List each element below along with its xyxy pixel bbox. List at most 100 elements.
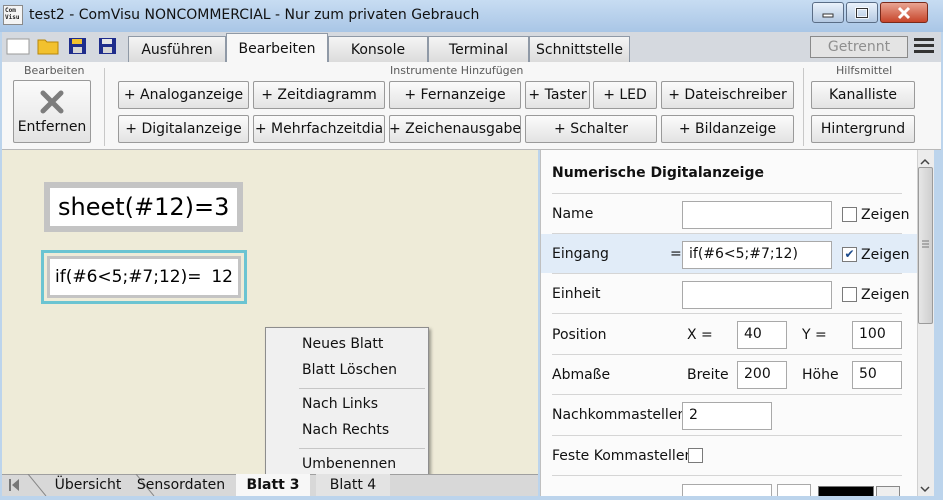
- connection-status-button[interactable]: Getrennt: [810, 36, 908, 58]
- add-zeichenausgabe-button[interactable]: + Zeichenausgabe: [389, 115, 521, 143]
- properties-panel: Numerische Digitalanzeige Name Zeigen Ei…: [540, 150, 917, 496]
- nachkommastellen-input[interactable]: 2: [682, 402, 772, 430]
- width-input[interactable]: 200: [737, 361, 787, 389]
- add-mehrfachzeitdia-button[interactable]: + Mehrfachzeitdia: [253, 115, 385, 143]
- ribbon-separator: [803, 68, 804, 146]
- abmasse-label: Abmaße: [552, 367, 611, 383]
- feste-kommastellen-checkbox[interactable]: [688, 448, 703, 463]
- einheit-label: Einheit: [552, 286, 601, 302]
- sheet-tab-blatt-4[interactable]: Blatt 4: [316, 474, 390, 496]
- scrollbar-thumb[interactable]: [918, 167, 933, 324]
- einheit-show-checkbox[interactable]: [842, 287, 857, 302]
- maximize-button[interactable]: [846, 2, 878, 23]
- nachkommastellen-label: Nachkommastellen: [552, 407, 687, 423]
- save-button[interactable]: [66, 36, 90, 56]
- add-taster-button[interactable]: + Taster: [525, 81, 590, 109]
- next-row-small-input[interactable]: [777, 484, 811, 496]
- einheit-show-label: Zeigen: [861, 287, 910, 303]
- height-input[interactable]: 50: [852, 361, 902, 389]
- properties-separator: [552, 475, 902, 476]
- properties-separator: [552, 193, 902, 194]
- properties-title: Numerische Digitalanzeige: [552, 165, 764, 181]
- hintergrund-button[interactable]: Hintergrund: [811, 115, 915, 143]
- sheet-context-menu: Neues Blatt Blatt Löschen Nach Links Nac…: [265, 327, 429, 479]
- digital-display-if-selected[interactable]: if(#6<5;#7;12)= 12: [41, 250, 247, 304]
- eingang-label: Eingang: [552, 246, 609, 262]
- properties-separator: [552, 313, 902, 314]
- add-digitalanzeige-button[interactable]: + Digitalanzeige: [118, 115, 249, 143]
- save-as-icon: [99, 38, 116, 54]
- add-fernanzeige-button[interactable]: + Fernanzeige: [389, 81, 521, 109]
- close-button[interactable]: [880, 2, 928, 23]
- sheet-tab-uebersicht[interactable]: Übersicht: [50, 474, 126, 496]
- first-sheet-icon[interactable]: [6, 477, 22, 493]
- add-zeitdiagramm-button[interactable]: + Zeitdiagramm: [253, 81, 385, 109]
- menu-item-nach-links[interactable]: Nach Links: [302, 396, 378, 412]
- tab-ausfuehren[interactable]: Ausführen: [128, 36, 226, 62]
- einheit-input[interactable]: [682, 281, 832, 309]
- name-label: Name: [552, 206, 594, 222]
- eingang-show-label: Zeigen: [861, 247, 910, 263]
- ribbon-separator: [104, 68, 105, 146]
- tab-konsole[interactable]: Konsole: [328, 36, 428, 62]
- widget-value: 12: [211, 267, 233, 287]
- position-y-label: Y =: [802, 327, 827, 343]
- width-label: Breite: [687, 367, 729, 383]
- add-dateischreiber-button[interactable]: + Dateischreiber: [661, 81, 794, 109]
- name-input[interactable]: [682, 201, 832, 229]
- properties-separator: [552, 394, 902, 395]
- blank-page-icon: [6, 38, 30, 55]
- new-file-button[interactable]: [6, 36, 30, 56]
- add-led-button[interactable]: + LED: [593, 81, 657, 109]
- app-icon: Com Visu: [3, 5, 23, 25]
- menu-separator: [299, 388, 425, 389]
- group-label-instrumente: Instrumente Hinzufügen: [390, 64, 524, 77]
- eingang-input[interactable]: if(#6<5;#7;12): [682, 241, 832, 269]
- save-icon: [69, 38, 86, 54]
- properties-separator: [552, 273, 902, 274]
- height-label: Höhe: [802, 367, 839, 383]
- maximize-icon: [855, 6, 869, 19]
- menu-item-neues-blatt[interactable]: Neues Blatt: [302, 336, 383, 352]
- remove-button[interactable]: Entfernen: [13, 80, 91, 143]
- scroll-up-arrow-icon[interactable]: [919, 153, 931, 165]
- properties-separator: [552, 435, 902, 436]
- properties-separator: [552, 354, 902, 355]
- next-row-input[interactable]: [682, 484, 772, 496]
- remove-x-icon: [40, 90, 64, 113]
- widget-formula: sheet(#12)=: [58, 193, 215, 221]
- hamburger-menu-icon[interactable]: [914, 38, 934, 56]
- color-swatch[interactable]: [818, 486, 874, 496]
- group-label-hilfsmittel: Hilfsmittel: [836, 64, 893, 77]
- menu-separator: [299, 448, 425, 449]
- position-x-label: X =: [687, 327, 713, 343]
- add-bildanzeige-button[interactable]: + Bildanzeige: [661, 115, 794, 143]
- name-show-checkbox[interactable]: [842, 207, 857, 222]
- tab-terminal[interactable]: Terminal: [428, 36, 529, 62]
- add-schalter-button[interactable]: + Schalter: [525, 115, 657, 143]
- sheet-tab-blatt-3[interactable]: Blatt 3: [236, 474, 310, 496]
- tab-schnittstelle[interactable]: Schnittstelle: [529, 36, 630, 62]
- position-y-input[interactable]: 100: [852, 321, 902, 349]
- digital-display-sheet[interactable]: sheet(#12)= 3: [44, 182, 243, 232]
- kanalliste-button[interactable]: Kanalliste: [811, 81, 915, 109]
- eingang-show-checkbox[interactable]: ✔: [842, 247, 857, 262]
- color-picker-button[interactable]: [876, 486, 900, 496]
- window-title: test2 - ComVisu NONCOMMERCIAL - Nur zum …: [29, 7, 480, 23]
- add-analoganzeige-button[interactable]: + Analoganzeige: [118, 81, 249, 109]
- menu-item-nach-rechts[interactable]: Nach Rechts: [302, 422, 389, 438]
- scroll-down-arrow-icon[interactable]: [919, 480, 931, 493]
- save-as-button[interactable]: [96, 36, 120, 56]
- position-x-input[interactable]: 40: [737, 321, 787, 349]
- position-label: Position: [552, 327, 607, 343]
- close-icon: [897, 6, 911, 19]
- menu-item-blatt-loeschen[interactable]: Blatt Löschen: [302, 362, 397, 378]
- menu-item-umbenennen[interactable]: Umbenennen: [302, 456, 396, 472]
- open-folder-button[interactable]: [36, 36, 60, 56]
- tab-bearbeiten[interactable]: Bearbeiten: [226, 33, 328, 63]
- minimize-button[interactable]: [812, 2, 844, 23]
- widget-formula: if(#6<5;#7;12)=: [55, 267, 202, 287]
- sheet-tab-sensordaten[interactable]: Sensordaten: [132, 474, 230, 496]
- feste-kommastellen-label: Feste Kommastellen: [552, 448, 694, 464]
- folder-icon: [37, 39, 59, 55]
